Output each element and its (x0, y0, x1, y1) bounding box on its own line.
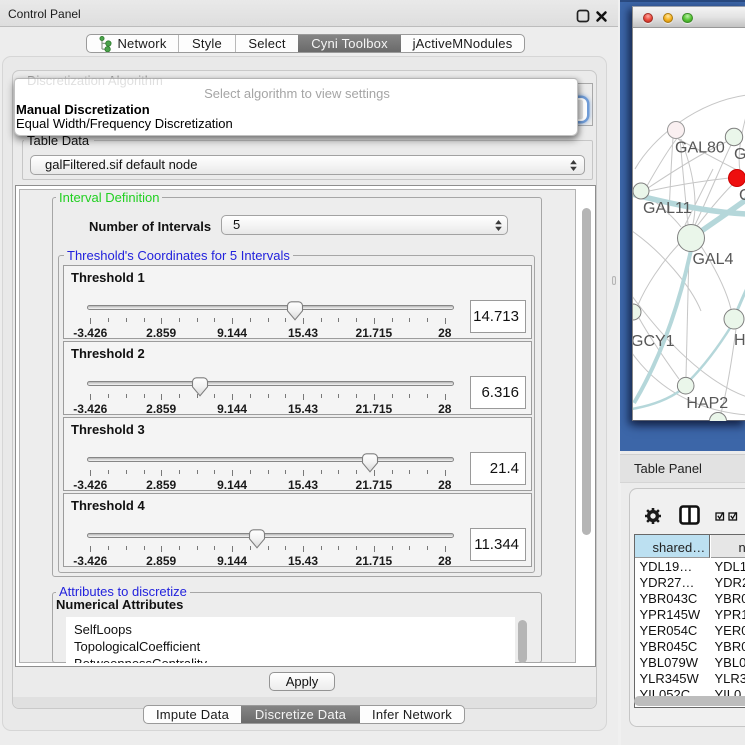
svg-text:H: H (734, 332, 745, 349)
svg-text:GCY1: GCY1 (633, 333, 675, 350)
svg-text:GAL4: GAL4 (693, 251, 734, 268)
svg-text:GAL80: GAL80 (675, 140, 725, 157)
svg-text:C: C (739, 187, 745, 204)
svg-text:GA: GA (734, 146, 745, 163)
svg-text:GAL11: GAL11 (643, 200, 692, 217)
svg-text:HAP2: HAP2 (686, 395, 728, 412)
